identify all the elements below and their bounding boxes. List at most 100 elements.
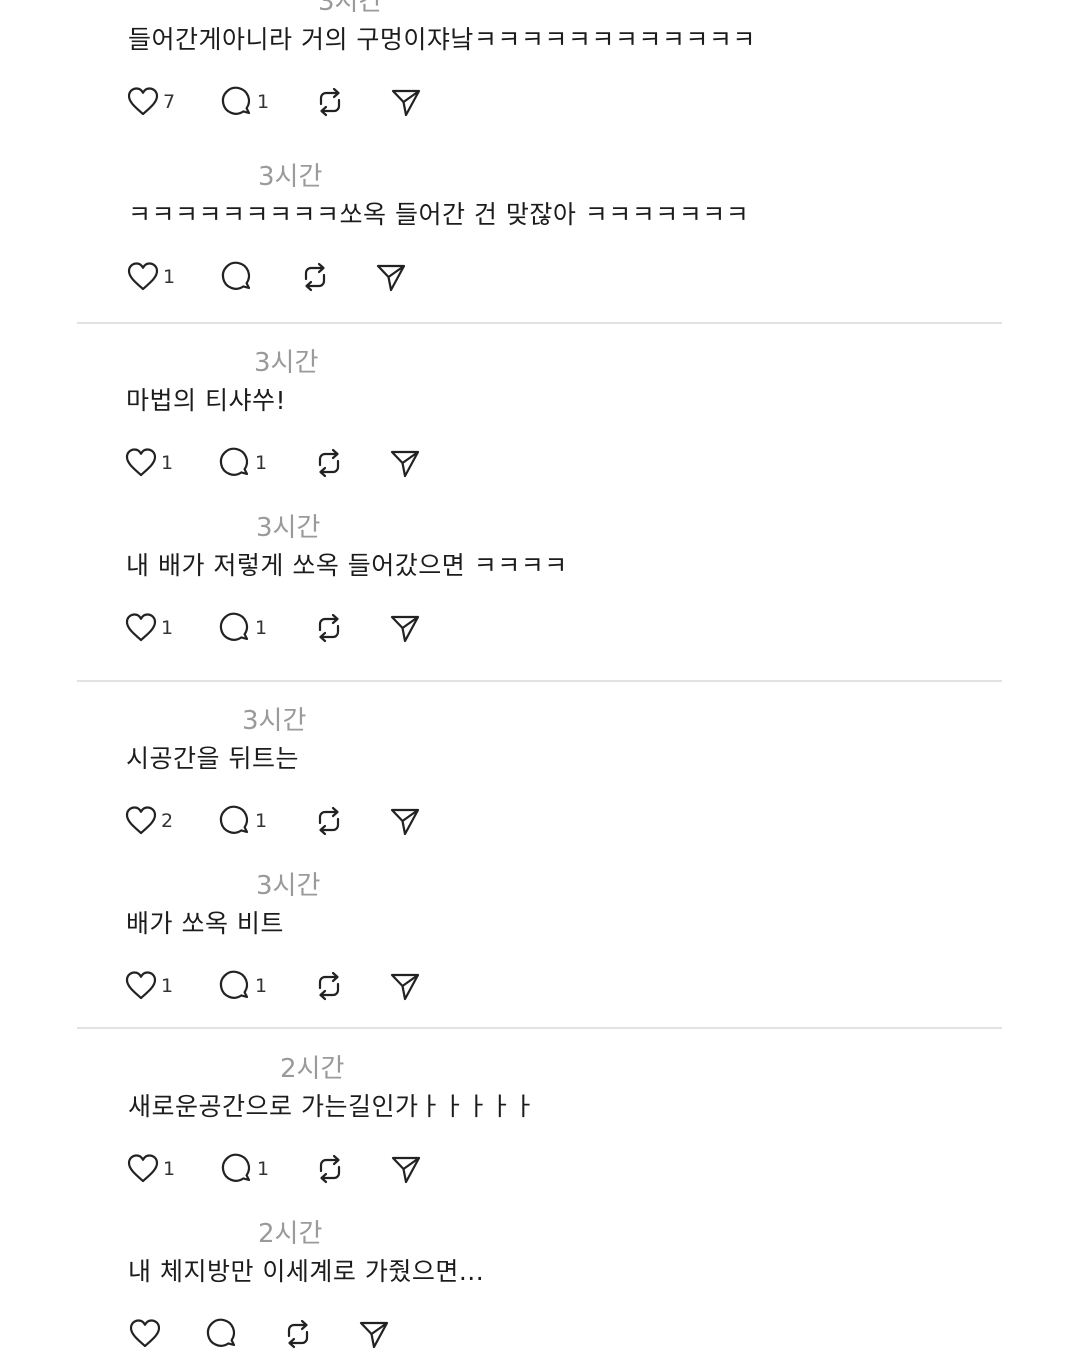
like-button[interactable]: 2 xyxy=(124,801,173,841)
action-bar: 1 1 xyxy=(0,443,600,483)
heart-icon xyxy=(125,806,157,835)
like-count: 1 xyxy=(161,975,174,997)
action-bar: 7 1 xyxy=(0,82,600,122)
like-count: 1 xyxy=(161,617,174,639)
send-icon xyxy=(376,264,406,292)
repost-button[interactable] xyxy=(313,1149,347,1189)
repost-icon xyxy=(318,806,340,836)
like-count: 7 xyxy=(163,91,176,113)
repost-button[interactable] xyxy=(312,443,346,483)
heart-icon xyxy=(129,1319,161,1348)
comment-icon xyxy=(221,261,251,290)
share-button[interactable] xyxy=(388,966,422,1006)
send-icon xyxy=(390,615,420,643)
share-button[interactable] xyxy=(389,82,423,122)
comment-icon xyxy=(219,447,249,476)
comment-icon xyxy=(219,805,249,834)
share-button[interactable] xyxy=(388,608,422,648)
timestamp: 3시간 xyxy=(256,513,321,543)
send-icon xyxy=(390,973,420,1001)
heart-icon xyxy=(125,448,157,477)
reply-button[interactable] xyxy=(220,257,257,297)
timestamp: 3시간 xyxy=(242,706,307,736)
comment-icon xyxy=(219,970,249,999)
comment-icon xyxy=(206,1318,236,1347)
reply-button[interactable]: 1 xyxy=(220,82,269,122)
like-count: 2 xyxy=(161,810,174,832)
repost-button[interactable] xyxy=(312,608,346,648)
heart-icon xyxy=(125,613,157,642)
repost-button[interactable] xyxy=(312,801,346,841)
timestamp: 3시간 xyxy=(254,348,319,378)
comment-text: 내 체지방만 이세계로 가줬으면... xyxy=(128,1257,485,1286)
like-button[interactable]: 1 xyxy=(124,608,173,648)
repost-icon xyxy=(304,262,326,292)
thread-divider xyxy=(77,1027,1002,1029)
repost-icon xyxy=(287,1319,309,1349)
comment-text: 들어간게아니라 거의 구멍이쟈낰ㅋㅋㅋㅋㅋㅋㅋㅋㅋㅋㅋㅋ xyxy=(128,25,756,54)
like-button[interactable]: 1 xyxy=(126,1149,175,1189)
repost-button[interactable] xyxy=(312,966,346,1006)
action-bar: 1 1 xyxy=(0,966,600,1006)
timestamp: 2시간 xyxy=(280,1054,345,1084)
send-icon xyxy=(391,89,421,117)
repost-button[interactable] xyxy=(281,1314,315,1354)
like-button[interactable]: 1 xyxy=(124,966,173,1006)
comment-text: 시공간을 뒤트는 xyxy=(126,744,299,773)
action-bar: 2 1 xyxy=(0,801,600,841)
share-button[interactable] xyxy=(357,1314,391,1354)
send-icon xyxy=(391,1156,421,1184)
action-bar: 1 1 xyxy=(0,1149,600,1189)
comment-text: 마법의 티샤쑤! xyxy=(126,386,286,415)
like-count: 1 xyxy=(163,1158,176,1180)
reply-button[interactable]: 1 xyxy=(220,1149,269,1189)
like-button[interactable] xyxy=(128,1314,165,1354)
thread-divider xyxy=(77,680,1002,682)
comment-text: 새로운공간으로 가는길인가ㅏㅏㅏㅏㅏ xyxy=(128,1092,536,1121)
share-button[interactable] xyxy=(389,1149,423,1189)
reply-count: 1 xyxy=(255,452,268,474)
comment-icon xyxy=(221,1153,251,1182)
repost-button[interactable] xyxy=(298,257,332,297)
heart-icon xyxy=(127,1154,159,1183)
reply-button[interactable]: 1 xyxy=(218,801,267,841)
repost-icon xyxy=(319,1154,341,1184)
timestamp: 2시간 xyxy=(258,1219,323,1249)
heart-icon xyxy=(125,971,157,1000)
share-button[interactable] xyxy=(374,257,408,297)
send-icon xyxy=(390,450,420,478)
comment-icon xyxy=(219,612,249,641)
send-icon xyxy=(359,1321,389,1349)
share-button[interactable] xyxy=(388,801,422,841)
timestamp: 3시간 xyxy=(318,0,383,17)
like-button[interactable]: 7 xyxy=(126,82,175,122)
repost-icon xyxy=(318,448,340,478)
share-button[interactable] xyxy=(388,443,422,483)
repost-icon xyxy=(318,613,340,643)
repost-icon xyxy=(318,971,340,1001)
reply-button[interactable]: 1 xyxy=(218,966,267,1006)
comment-text: 배가 쏘옥 비트 xyxy=(126,909,284,938)
reply-count: 1 xyxy=(255,810,268,832)
reply-button[interactable] xyxy=(205,1314,242,1354)
like-count: 1 xyxy=(163,266,176,288)
reply-count: 1 xyxy=(257,91,270,113)
reply-button[interactable]: 1 xyxy=(218,608,267,648)
comment-text: 내 배가 저렇게 쏘옥 들어갔으면 ㅋㅋㅋㅋ xyxy=(126,551,568,580)
repost-icon xyxy=(319,87,341,117)
like-button[interactable]: 1 xyxy=(124,443,173,483)
reply-button[interactable]: 1 xyxy=(218,443,267,483)
reply-count: 1 xyxy=(257,1158,270,1180)
action-bar: 1 xyxy=(0,257,600,297)
repost-button[interactable] xyxy=(313,82,347,122)
heart-icon xyxy=(127,87,159,116)
like-count: 1 xyxy=(161,452,174,474)
heart-icon xyxy=(127,262,159,291)
action-bar: 1 1 xyxy=(0,608,600,648)
comment-text: ㅋㅋㅋㅋㅋㅋㅋㅋㅋ쏘옥 들어간 건 맞잖아 ㅋㅋㅋㅋㅋㅋㅋ xyxy=(128,200,750,229)
reply-count: 1 xyxy=(255,617,268,639)
timestamp: 3시간 xyxy=(256,871,321,901)
like-button[interactable]: 1 xyxy=(126,257,175,297)
reply-count: 1 xyxy=(255,975,268,997)
action-bar xyxy=(0,1314,600,1354)
